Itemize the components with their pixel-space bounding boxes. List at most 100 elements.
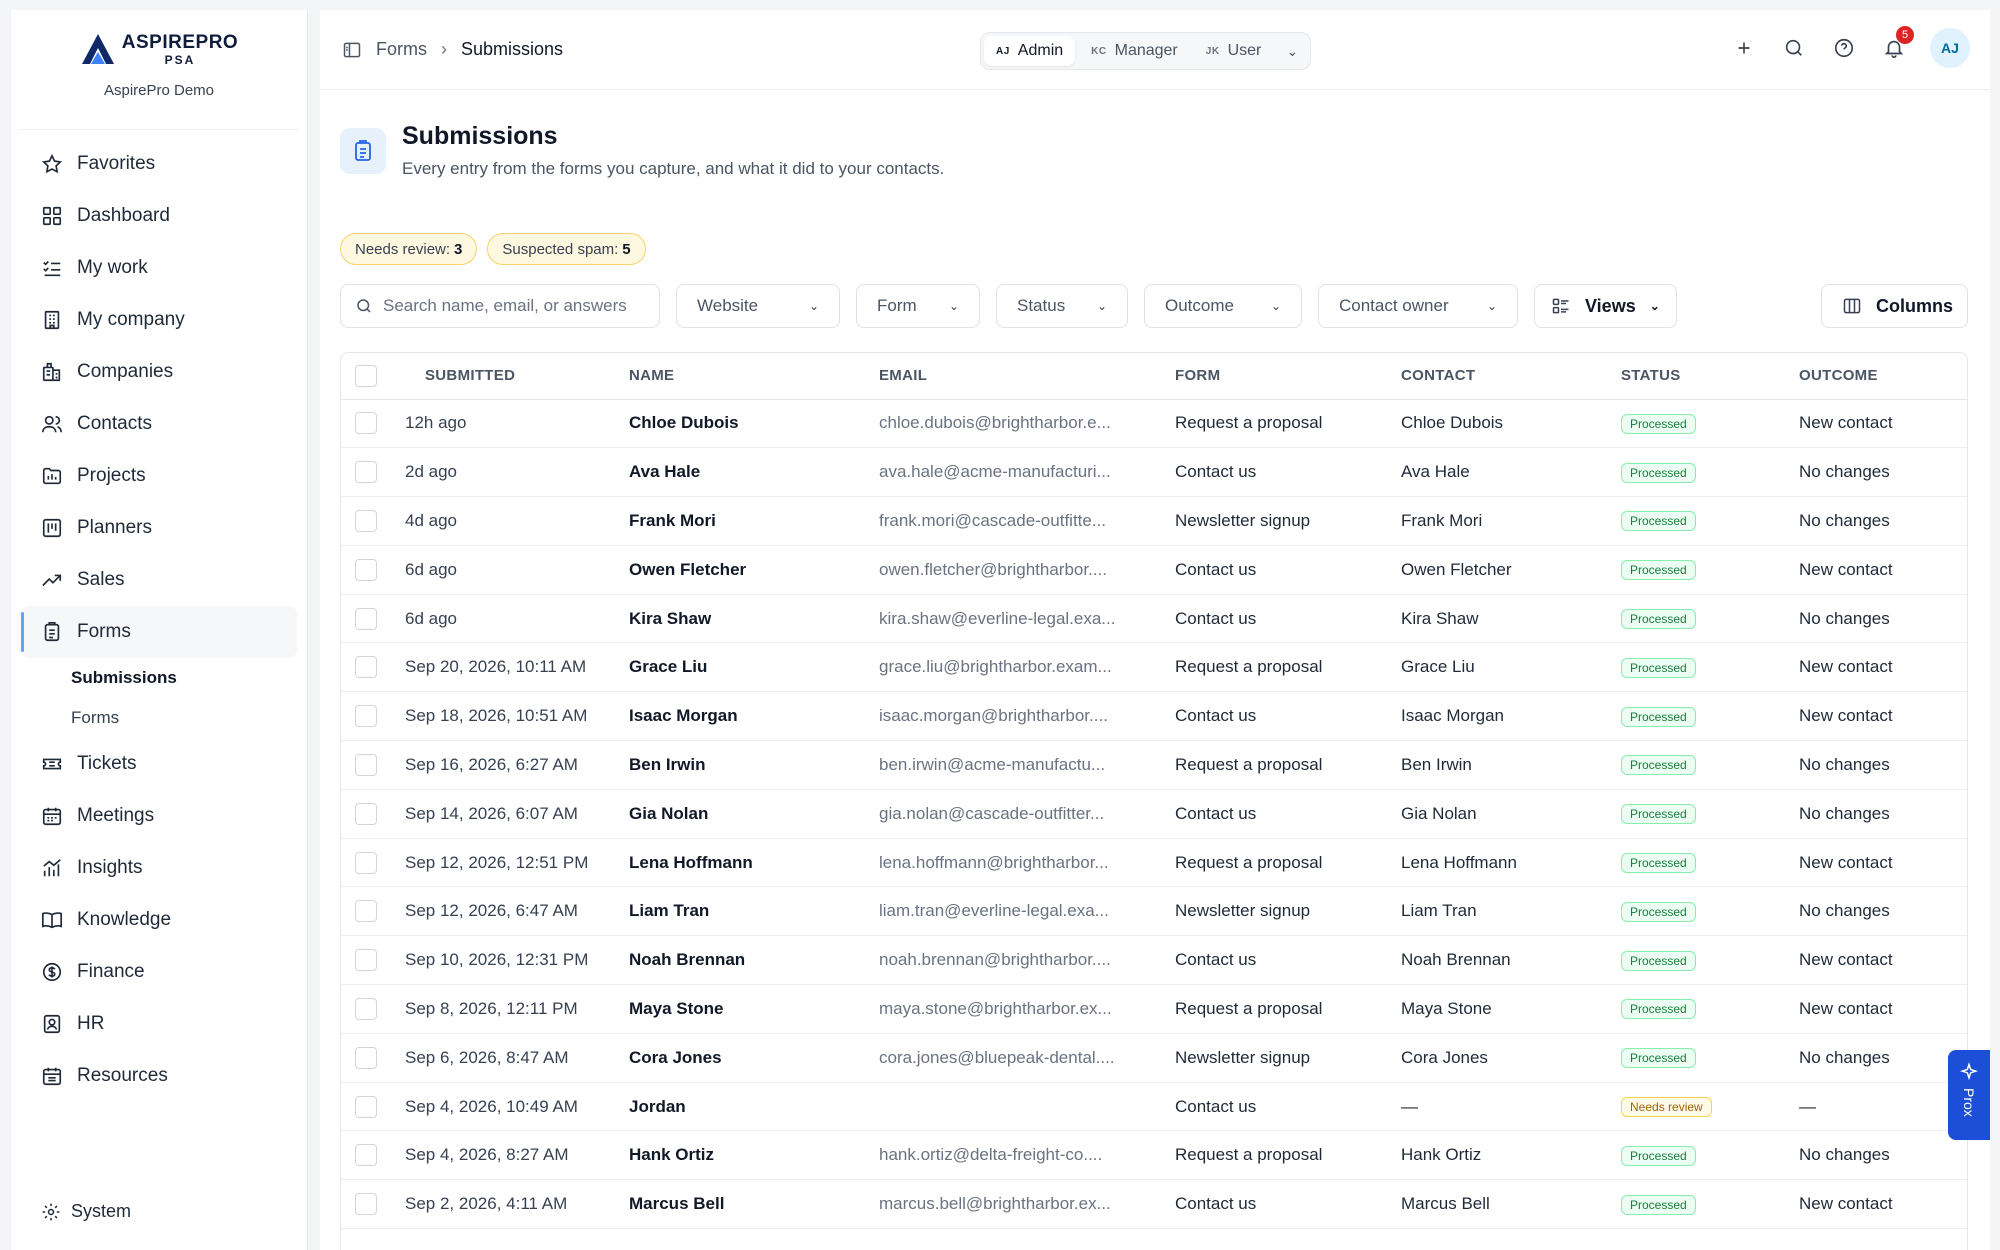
row-checkbox[interactable] xyxy=(355,412,377,435)
sidebar-item-forms[interactable]: Forms xyxy=(21,606,297,658)
sidebar-item-hr[interactable]: HR xyxy=(21,998,297,1050)
column-header-name[interactable]: NAME xyxy=(629,353,879,400)
table-row[interactable]: Sep 12, 2026, 6:47 AM Liam Tran liam.tran@… xyxy=(341,886,1967,937)
column-header-outcome[interactable]: OUTCOME xyxy=(1789,353,1967,400)
contact-owner-filter[interactable]: Contact owner ⌄ xyxy=(1318,284,1518,328)
needs-review-chip[interactable]: Needs review: 3 xyxy=(340,233,478,265)
contact-cell[interactable]: — xyxy=(1381,1082,1601,1132)
prox-assistant-tab[interactable]: Prox xyxy=(1948,1050,1990,1140)
row-checkbox[interactable] xyxy=(355,851,377,874)
status-filter[interactable]: Status ⌄ xyxy=(996,284,1128,328)
sidebar-subitem-submissions[interactable]: Submissions xyxy=(21,658,297,698)
column-header-email[interactable]: EMAIL xyxy=(879,353,1155,400)
table-row[interactable]: Sep 14, 2026, 6:07 AM Gia Nolan gia.nolan@… xyxy=(341,789,1967,839)
row-checkbox[interactable] xyxy=(355,1193,377,1216)
table-row[interactable]: Sep 10, 2026, 12:31 PM Noah Brennan noah.b… xyxy=(341,935,1967,986)
website-filter[interactable]: Website ⌄ xyxy=(676,284,840,328)
row-checkbox[interactable] xyxy=(355,997,377,1020)
name-cell[interactable]: Cora Jones xyxy=(629,1033,879,1083)
sidebar-item-my-company[interactable]: My company xyxy=(21,294,297,346)
contact-cell[interactable]: Kira Shaw xyxy=(1381,594,1601,644)
name-cell[interactable]: Kira Shaw xyxy=(629,594,879,644)
row-checkbox[interactable] xyxy=(355,900,377,923)
sidebar-item-system[interactable]: System xyxy=(41,1201,131,1222)
row-checkbox[interactable] xyxy=(355,705,377,728)
contact-cell[interactable]: Grace Liu xyxy=(1381,642,1601,693)
views-button[interactable]: Views ⌄ xyxy=(1534,284,1677,328)
contact-cell[interactable]: Frank Mori xyxy=(1381,496,1601,546)
sidebar-item-tickets[interactable]: Tickets xyxy=(21,738,297,790)
name-cell[interactable]: Marcus Bell xyxy=(629,1179,879,1230)
table-row[interactable]: 12h ago Chloe Dubois chloe.dubois@brightha… xyxy=(341,399,1967,449)
name-cell[interactable]: Isaac Morgan xyxy=(629,691,879,742)
outcome-filter[interactable]: Outcome ⌄ xyxy=(1144,284,1302,328)
select-all-checkbox[interactable] xyxy=(355,364,377,387)
table-row[interactable]: Sep 20, 2026, 10:11 AM Grace Liu grace.liu… xyxy=(341,642,1967,693)
sidebar-item-meetings[interactable]: Meetings xyxy=(21,790,297,842)
avatar[interactable]: AJ xyxy=(1930,28,1970,68)
name-cell[interactable]: Owen Fletcher xyxy=(629,545,879,595)
name-cell[interactable]: Noah Brennan xyxy=(629,935,879,986)
role-user[interactable]: JK User xyxy=(1194,36,1274,66)
table-row[interactable]: Sep 2, 2026, 4:11 AM Marcus Bell marcus.be… xyxy=(341,1179,1967,1230)
name-cell[interactable]: Jordan xyxy=(629,1082,879,1132)
contact-cell[interactable]: Liam Tran xyxy=(1381,886,1601,937)
brand-logo[interactable]: ASPIREPRO PSA xyxy=(80,32,238,66)
contact-cell[interactable]: Ava Hale xyxy=(1381,447,1601,498)
table-row[interactable]: Sep 16, 2026, 6:27 AM Ben Irwin ben.irwin@… xyxy=(341,740,1967,790)
name-cell[interactable]: Hank Ortiz xyxy=(629,1130,879,1181)
row-checkbox[interactable] xyxy=(355,753,377,776)
column-header-status[interactable]: STATUS xyxy=(1601,353,1789,400)
table-row[interactable]: 2d ago Ava Hale ava.hale@acme-manufacturi.… xyxy=(341,447,1967,498)
suspected-spam-chip[interactable]: Suspected spam: 5 xyxy=(487,233,646,265)
sidebar-subitem-forms[interactable]: Forms xyxy=(21,698,297,738)
row-checkbox[interactable] xyxy=(355,1046,377,1069)
chevron-down-icon[interactable]: ⌄ xyxy=(1277,43,1307,60)
column-header-form[interactable]: FORM xyxy=(1155,353,1381,400)
contact-cell[interactable]: Isaac Morgan xyxy=(1381,691,1601,742)
row-checkbox[interactable] xyxy=(355,607,377,630)
sidebar-item-resources[interactable]: Resources xyxy=(21,1050,297,1102)
name-cell[interactable]: Liam Tran xyxy=(629,886,879,937)
sidebar-toggle-icon[interactable] xyxy=(342,40,362,60)
sidebar-item-projects[interactable]: Projects xyxy=(21,450,297,502)
row-checkbox[interactable] xyxy=(355,949,377,972)
row-checkbox[interactable] xyxy=(355,1144,377,1167)
notifications-button[interactable]: 5 xyxy=(1880,26,1914,62)
breadcrumb-forms[interactable]: Forms xyxy=(376,39,427,60)
name-cell[interactable]: Maya Stone xyxy=(629,984,879,1034)
search-input[interactable] xyxy=(383,296,643,316)
contact-cell[interactable]: Marcus Bell xyxy=(1381,1179,1601,1230)
contact-cell[interactable]: Hank Ortiz xyxy=(1381,1130,1601,1181)
contact-cell[interactable]: Ben Irwin xyxy=(1381,740,1601,790)
row-checkbox[interactable] xyxy=(355,461,377,484)
sidebar-item-insights[interactable]: Insights xyxy=(21,842,297,894)
table-row[interactable]: Sep 4, 2026, 8:27 AM Hank Ortiz hank.ortiz… xyxy=(341,1130,1967,1181)
sidebar-item-companies[interactable]: Companies xyxy=(21,346,297,398)
sidebar-item-my-work[interactable]: My work xyxy=(21,242,297,294)
row-checkbox[interactable] xyxy=(355,1095,377,1118)
contact-cell[interactable]: Maya Stone xyxy=(1381,984,1601,1034)
add-button[interactable] xyxy=(1730,34,1758,62)
contact-cell[interactable]: Gia Nolan xyxy=(1381,789,1601,839)
name-cell[interactable]: Frank Mori xyxy=(629,496,879,546)
table-row[interactable]: 6d ago Kira Shaw kira.shaw@everline-legal.… xyxy=(341,594,1967,644)
sidebar-item-contacts[interactable]: Contacts xyxy=(21,398,297,450)
table-row[interactable]: Sep 12, 2026, 12:51 PM Lena Hoffmann lena.… xyxy=(341,838,1967,888)
table-row[interactable]: Sep 6, 2026, 8:47 AM Cora Jones cora.jones… xyxy=(341,1033,1967,1083)
sidebar-item-finance[interactable]: Finance xyxy=(21,946,297,998)
name-cell[interactable]: Ava Hale xyxy=(629,447,879,498)
contact-cell[interactable]: Noah Brennan xyxy=(1381,935,1601,986)
sidebar-item-dashboard[interactable]: Dashboard xyxy=(21,190,297,242)
contact-cell[interactable]: Lena Hoffmann xyxy=(1381,838,1601,888)
name-cell[interactable]: Grace Liu xyxy=(629,642,879,693)
contact-cell[interactable]: Owen Fletcher xyxy=(1381,545,1601,595)
name-cell[interactable]: Lena Hoffmann xyxy=(629,838,879,888)
form-filter[interactable]: Form ⌄ xyxy=(856,284,980,328)
table-row[interactable]: 4d ago Frank Mori frank.mori@cascade-outfi… xyxy=(341,496,1967,546)
search-button[interactable] xyxy=(1780,34,1808,62)
table-row[interactable]: Sep 8, 2026, 12:11 PM Maya Stone maya.ston… xyxy=(341,984,1967,1034)
table-row[interactable]: Sep 4, 2026, 10:49 AM Jordan Contact us — Ne… xyxy=(341,1082,1967,1132)
table-row[interactable]: Sep 18, 2026, 10:51 AM Isaac Morgan isaac.… xyxy=(341,691,1967,742)
contact-cell[interactable]: Chloe Dubois xyxy=(1381,399,1601,449)
